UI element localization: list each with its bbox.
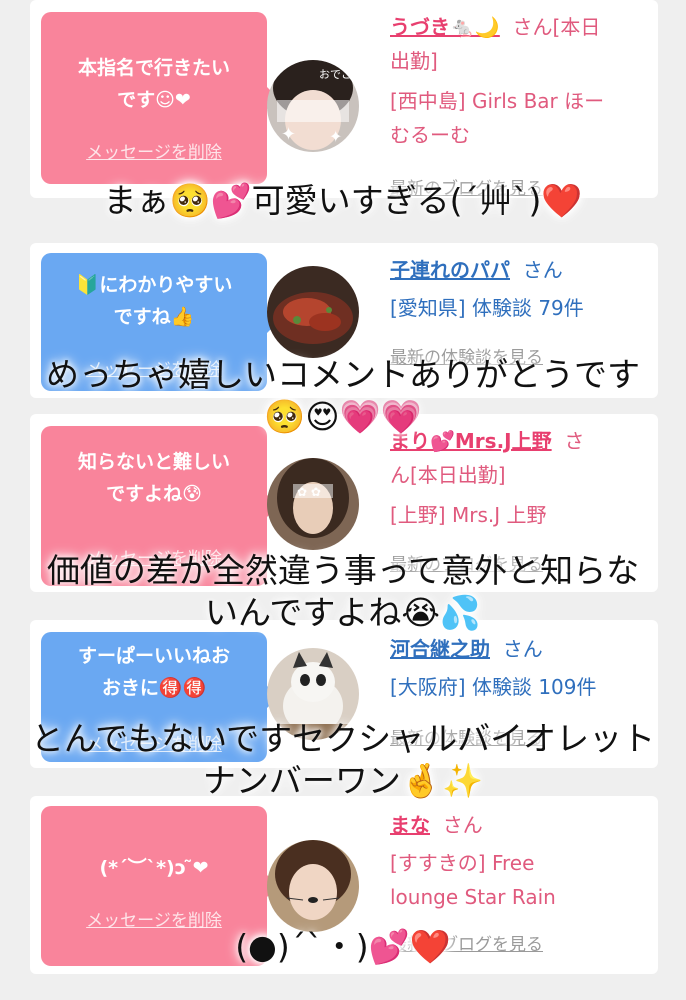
svg-text:✿ ✿: ✿ ✿ — [297, 485, 321, 499]
overlay-caption: 価値の差が全然違う事って意外と知らな いんですよね😭💦 — [46, 551, 640, 632]
sender-name[interactable]: うづき🐁🌙 — [390, 15, 500, 39]
shop-info[interactable]: [西中島] Girls Bar ほー — [390, 84, 652, 118]
avatar[interactable] — [267, 266, 359, 358]
overlay-caption: めっちゃ嬉しいコメントありがとうです 🥺😍💗💗 — [46, 355, 640, 436]
message-text: (*´︶`*)ɔ ̃❤ — [99, 857, 209, 879]
message-text: すーぱーいいねお おきに🉐🉐 — [77, 645, 230, 699]
avatar[interactable]: おでこ ✦ ✦ — [267, 60, 359, 152]
shop-info[interactable]: [上野] Mrs.J 上野 — [390, 498, 652, 532]
sender-info: まな さん [すすきの] Free lounge Star Rain — [390, 808, 652, 914]
work-status: 出勤] — [390, 49, 438, 73]
honorific: さん[本日 — [512, 15, 601, 39]
work-status: ん[本日出勤] — [390, 463, 506, 487]
sender-info: うづき🐁🌙 さん[本日 出勤] [西中島] Girls Bar ほー むるーむ — [390, 10, 652, 152]
message-text: 本指名で行きたい です☺❤ — [77, 57, 230, 111]
svg-text:✦: ✦ — [329, 127, 342, 146]
honorific: さん — [522, 258, 563, 282]
svg-text:✦: ✦ — [281, 124, 296, 145]
message-card: 本指名で行きたい です☺❤ メッセージを削除 おでこ ✦ ✦ うづき🐁🌙 さん[… — [30, 0, 658, 199]
overlay-caption: まぁ🥺💕可愛いすぎる(´艸`)❤️ — [103, 181, 583, 220]
avatar[interactable] — [267, 840, 359, 932]
shop-info[interactable]: [すすきの] Free — [390, 846, 652, 880]
shop-info[interactable]: [愛知県] 体験談 79件 — [390, 291, 652, 325]
shop-info-cont[interactable]: むるーむ — [390, 118, 652, 152]
sender-info: 河合継之助 さん [大阪府] 体験談 109件 — [390, 632, 652, 704]
sender-info: まり💕Mrs.J上野 さ ん[本日出勤] [上野] Mrs.J 上野 — [390, 424, 652, 532]
message-text: 知らないと難しい ですよね😰 — [77, 451, 230, 505]
sender-name[interactable]: 子連れのパパ — [390, 258, 510, 282]
delete-message-link[interactable]: メッセージを削除 — [41, 138, 267, 163]
honorific: さん — [502, 637, 543, 661]
sender-name[interactable]: まな — [390, 813, 430, 837]
svg-text:おでこ: おでこ — [319, 68, 352, 81]
shop-info[interactable]: [大阪府] 体験談 109件 — [390, 670, 652, 704]
sender-info: 子連れのパパ さん [愛知県] 体験談 79件 — [390, 253, 652, 325]
overlay-caption: (●)´`・)💕❤️ — [235, 927, 451, 966]
message-text: 🔰にわかりやすい ですね👍 — [75, 274, 233, 328]
overlay-caption: とんでもないですセクシャルバイオレット ナンバーワン🤞✨ — [30, 719, 656, 800]
sender-name[interactable]: 河合継之助 — [390, 637, 490, 661]
avatar[interactable]: ✿ ✿ — [267, 458, 359, 550]
message-bubble: 本指名で行きたい です☺❤ メッセージを削除 — [41, 12, 278, 184]
shop-info-cont[interactable]: lounge Star Rain — [390, 880, 652, 914]
honorific: さん — [442, 813, 483, 837]
